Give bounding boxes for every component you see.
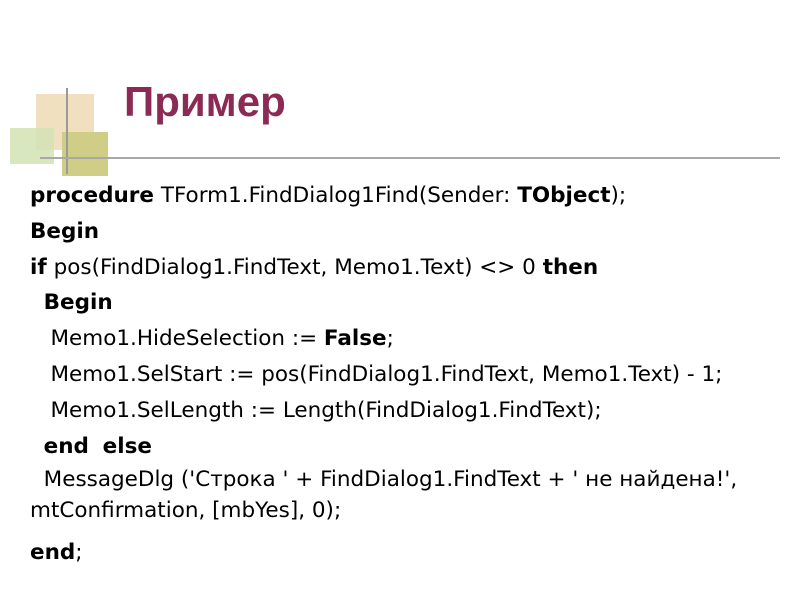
code-text: TForm1.FindDialog1Find(Sender: [153, 183, 518, 208]
code-line-4: Begin [30, 285, 790, 321]
keyword: Begin [30, 218, 100, 244]
code-line-3: if pos(FindDialog1.FindText, Memo1.Text)… [30, 250, 790, 286]
code-line-2: Begin [30, 214, 790, 250]
code-line-8: end else [30, 429, 790, 465]
keyword: procedure [30, 183, 154, 208]
title-divider [40, 157, 780, 159]
keyword: Begin [43, 290, 113, 316]
keyword: False [323, 326, 387, 352]
keyword: end [43, 433, 89, 459]
decor-square-olive [62, 132, 108, 176]
code-line-5: Memo1.HideSelection := False; [30, 321, 790, 357]
code-text: Memo1.SelStart := pos(FindDialog1.FindTe… [30, 361, 723, 387]
code-line-6: Memo1.SelStart := pos(FindDialog1.FindTe… [30, 357, 790, 393]
code-text: ; [386, 326, 394, 352]
code-line-9b: mtConfirmation, [mbYes], 0); [30, 498, 342, 524]
code-line-1: procedure TForm1.FindDialog1Find(Sender:… [30, 178, 790, 214]
code-text: pos(FindDialog1.FindText, Memo1.Text) <>… [46, 254, 543, 280]
slide-title: Пример [124, 78, 286, 125]
code-line-7: Memo1.SelLength := Length(FindDialog1.Fi… [30, 393, 790, 429]
keyword: TObject [517, 183, 611, 208]
code-line-10: end; [30, 535, 790, 571]
decor-vertical-line [66, 88, 68, 174]
keyword: if [30, 254, 47, 280]
keyword: end [30, 540, 76, 566]
code-text: ); [610, 183, 627, 208]
keyword: else [102, 433, 152, 459]
code-text: ; [75, 540, 83, 566]
code-line-9a: MessageDlg ('Строка ' + FindDialog1.Find… [30, 467, 738, 493]
code-text: Memo1.HideSelection := [30, 326, 324, 352]
code-block: procedure TForm1.FindDialog1Find(Sender:… [30, 178, 790, 571]
code-text: Memo1.SelLength := Length(FindDialog1.Fi… [30, 397, 602, 423]
keyword: then [542, 254, 599, 280]
